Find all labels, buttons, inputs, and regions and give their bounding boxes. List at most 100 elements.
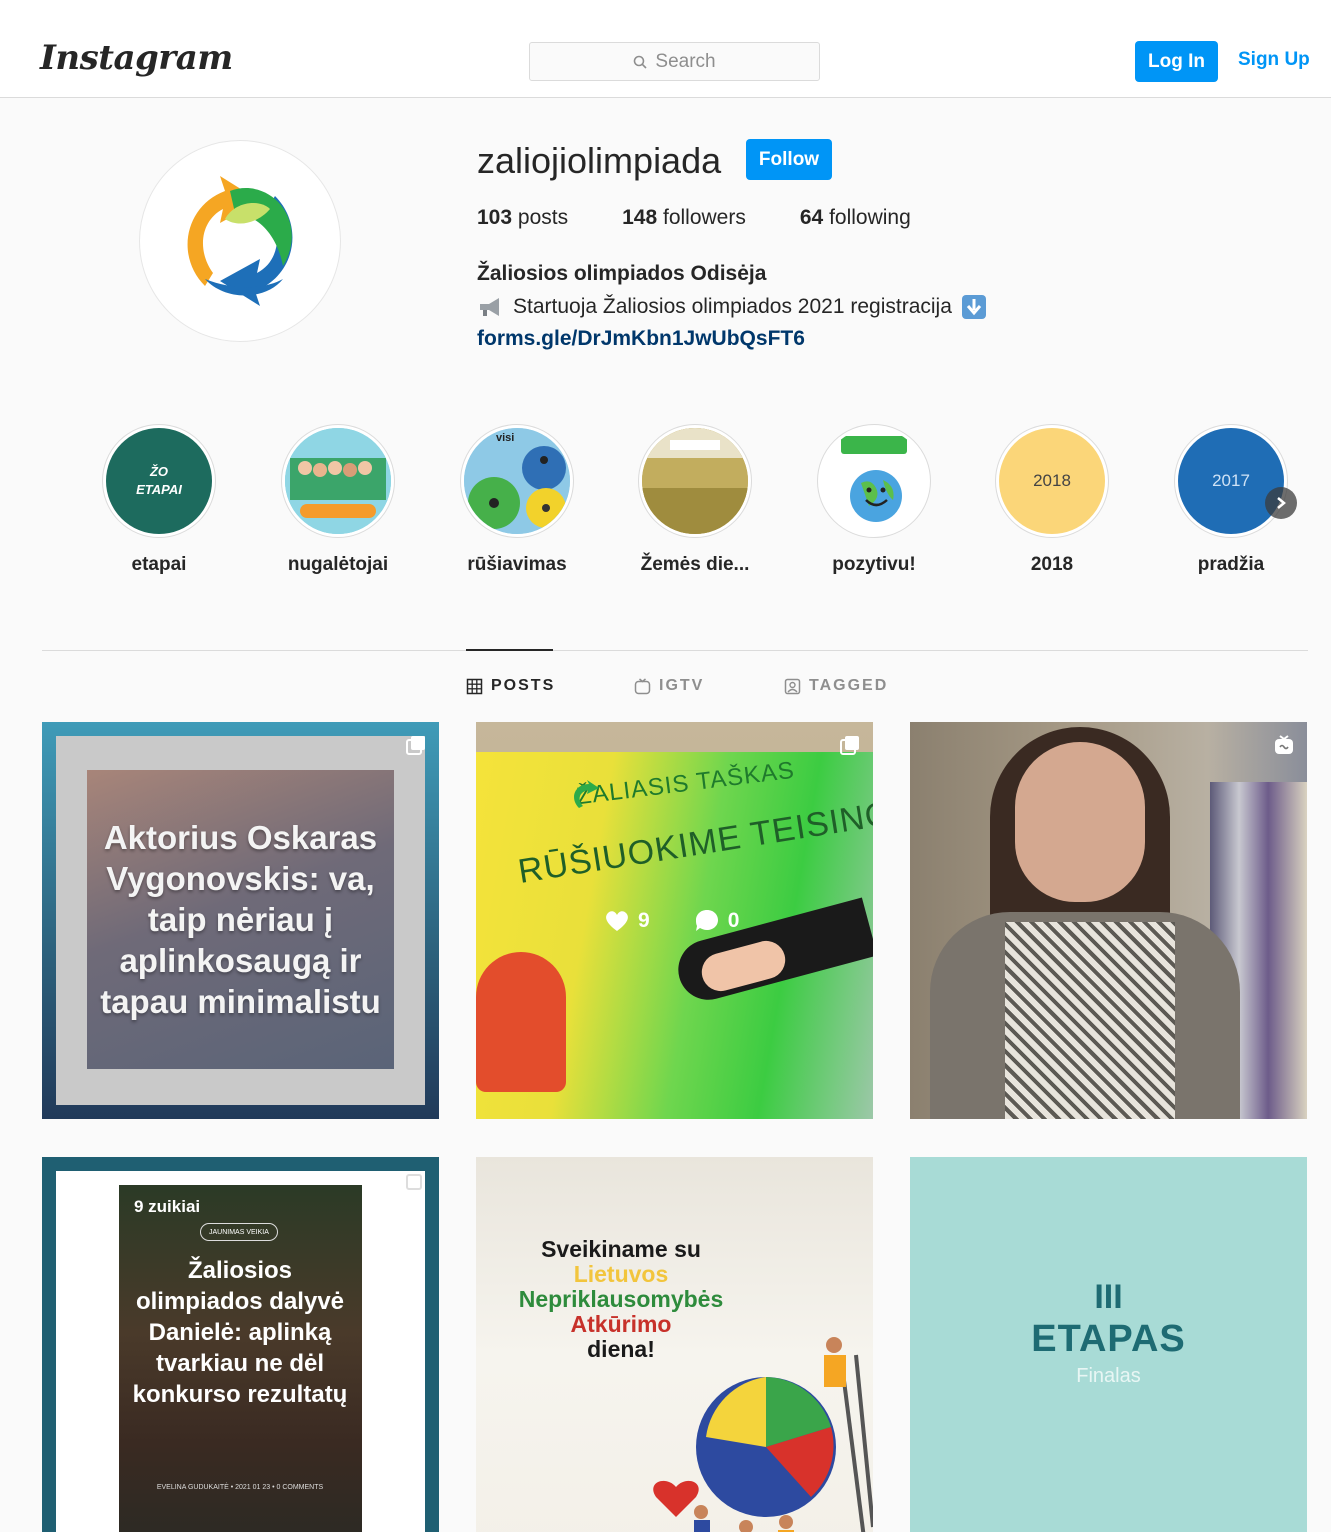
earth-people-illustration-icon [653, 1337, 873, 1532]
greeting-line-3: Nepriklausomybės [518, 1286, 724, 1312]
comments-count: 0 [727, 909, 740, 932]
etapas-title-block: III ETAPAS Finalas [910, 1277, 1307, 1388]
post-caption: Žaliosios olimpiados dalyvė Danielė: apl… [132, 1257, 348, 1408]
following-stat[interactable]: 64 following [800, 206, 911, 230]
highlight-cover-text: 2018 [1033, 471, 1071, 490]
comments-stat: 0 [694, 908, 740, 934]
comment-icon [695, 910, 718, 931]
highlight-label: etapai [131, 554, 187, 575]
follow-button[interactable]: Follow [746, 139, 832, 180]
tagged-person-icon [784, 678, 801, 694]
highlight-cover: 2017 [1178, 428, 1284, 534]
highlight-cover [821, 428, 927, 534]
profile-username: zaliojiolimpiada [477, 140, 722, 181]
highlight-2018[interactable]: 2018 2018 [995, 424, 1109, 576]
highlight-label: Žemės die... [640, 554, 750, 575]
highlight-cover [642, 428, 748, 534]
post-tile[interactable]: ŽALIASIS TAŠKAS RŪŠIUOKIME TEISINGAI! 9 … [476, 722, 873, 1119]
followers-stat[interactable]: 148 followers [622, 206, 746, 230]
posts-stat: 103 posts [477, 206, 568, 230]
highlight-cover: visi [464, 428, 570, 534]
patterned-sweater [1005, 922, 1175, 1119]
carousel-icon [406, 1171, 425, 1190]
search-placeholder: Search [655, 50, 716, 72]
highlight-label: pradžia [1197, 554, 1265, 575]
instagram-logo[interactable]: Instagram [40, 38, 233, 78]
post-tile[interactable] [910, 722, 1307, 1119]
bio-text: Startuoja Žaliosios olimpiados 2021 regi… [513, 295, 952, 318]
likes-count: 9 [638, 909, 650, 932]
tabs-divider [42, 650, 1308, 651]
down-arrow-icon [960, 294, 988, 320]
sorting-bins-icon [464, 428, 570, 534]
green-dot-logo-icon [574, 780, 599, 808]
carousel-icon [406, 736, 425, 755]
profile-bio: Startuoja Žaliosios olimpiados 2021 regi… [477, 294, 988, 320]
field-photo-icon [642, 428, 748, 534]
tab-label: IGTV [659, 677, 705, 694]
highlight-label: nugalėtojai [287, 554, 389, 575]
post-tile[interactable]: Aktorius Oskaras Vygonovskis: va, taip n… [42, 722, 439, 1119]
tab-igtv[interactable]: IGTV [634, 677, 704, 695]
winners-photo-icon [285, 428, 391, 534]
highlight-cover: ŽO ETAPAI [106, 428, 212, 534]
tab-label: TAGGED [809, 677, 889, 694]
chevron-right-icon [1277, 497, 1286, 509]
igtv-video-icon [1275, 735, 1293, 754]
highlight-nugaletojai[interactable]: nugalėtojai [281, 424, 395, 576]
post-tile[interactable]: III ETAPAS Finalas [910, 1157, 1307, 1532]
login-button[interactable]: Log In [1135, 41, 1218, 82]
highlight-cover [285, 428, 391, 534]
highlights-next-button[interactable] [1265, 487, 1297, 519]
highlight-rusiavimas[interactable]: visi rūšiavimas [460, 424, 574, 576]
story-highlights: ŽO ETAPAI etapai nugalėtojai visi rūšiav… [102, 424, 1302, 584]
profile-full-name: Žaliosios olimpiados Odisėja [477, 262, 767, 285]
search-icon [634, 55, 647, 69]
highlight-zemes-diena[interactable]: Žemės die... [638, 424, 752, 576]
etapas-numeral: III [1094, 1278, 1123, 1316]
profile-link[interactable]: forms.gle/DrJmKbn1JwUbQsFT6 [477, 327, 805, 351]
post-caption: Aktorius Oskaras Vygonovskis: va, taip n… [100, 819, 381, 1020]
post-tile[interactable]: 9 zuikiai JAUNIMAS VEIKIA Žaliosios olim… [42, 1157, 439, 1532]
post-tile[interactable]: Sveikiname su Lietuvos Nepriklausomybės … [476, 1157, 873, 1532]
highlight-pozytivu[interactable]: pozytivu! [817, 424, 931, 576]
happy-earth-icon [841, 436, 907, 522]
highlight-cover-text: ŽO ETAPAI [136, 464, 182, 497]
top-nav: Instagram Search Log In Sign Up [0, 0, 1331, 98]
greeting-line-2: Lietuvos [573, 1261, 669, 1287]
following-count: 64 [799, 206, 824, 229]
active-tab-indicator [466, 649, 553, 651]
highlight-cover-text: 2017 [1212, 471, 1250, 490]
carousel-icon [840, 736, 859, 755]
greeting-line-1: Sveikiname su [541, 1236, 701, 1262]
etapas-title: ETAPAS [1031, 1318, 1186, 1360]
tab-tagged[interactable]: TAGGED [784, 677, 888, 695]
post-site-name: 9 zuikiai [134, 1197, 201, 1216]
tab-label: POSTS [491, 677, 556, 694]
posts-label: posts [517, 206, 569, 229]
highlight-label: rūšiavimas [467, 554, 567, 575]
megaphone-icon [477, 294, 505, 320]
tab-posts[interactable]: POSTS [466, 677, 555, 695]
followers-label: followers [662, 206, 746, 229]
highlight-etapai[interactable]: ŽO ETAPAI etapai [102, 424, 216, 576]
heart-icon [606, 911, 628, 931]
following-label: following [829, 206, 911, 229]
search-input[interactable]: Search [529, 42, 820, 81]
profile-stats: 103 posts 148 followers 64 following [477, 206, 965, 230]
zaliasis-taskas-logo-icon [187, 176, 293, 306]
etapas-subtitle: Finalas [1076, 1365, 1141, 1387]
post-footer: EVELINA GUDUKAITĖ • 2021 01 23 • 0 COMME… [156, 1484, 324, 1491]
igtv-icon [634, 677, 651, 694]
post-tag: JAUNIMAS VEIKIA [200, 1223, 278, 1241]
followers-count: 148 [622, 206, 658, 229]
grid-icon [466, 678, 483, 694]
highlight-label: pozytivu! [832, 554, 916, 575]
posts-count: 103 [477, 206, 513, 229]
face [1015, 742, 1145, 902]
profile-avatar[interactable] [139, 140, 341, 342]
highlight-cover-text: visi [496, 432, 515, 444]
mascot-figure [476, 952, 566, 1092]
signup-link[interactable]: Sign Up [1238, 49, 1310, 71]
post-photo: Aktorius Oskaras Vygonovskis: va, taip n… [87, 770, 394, 1069]
